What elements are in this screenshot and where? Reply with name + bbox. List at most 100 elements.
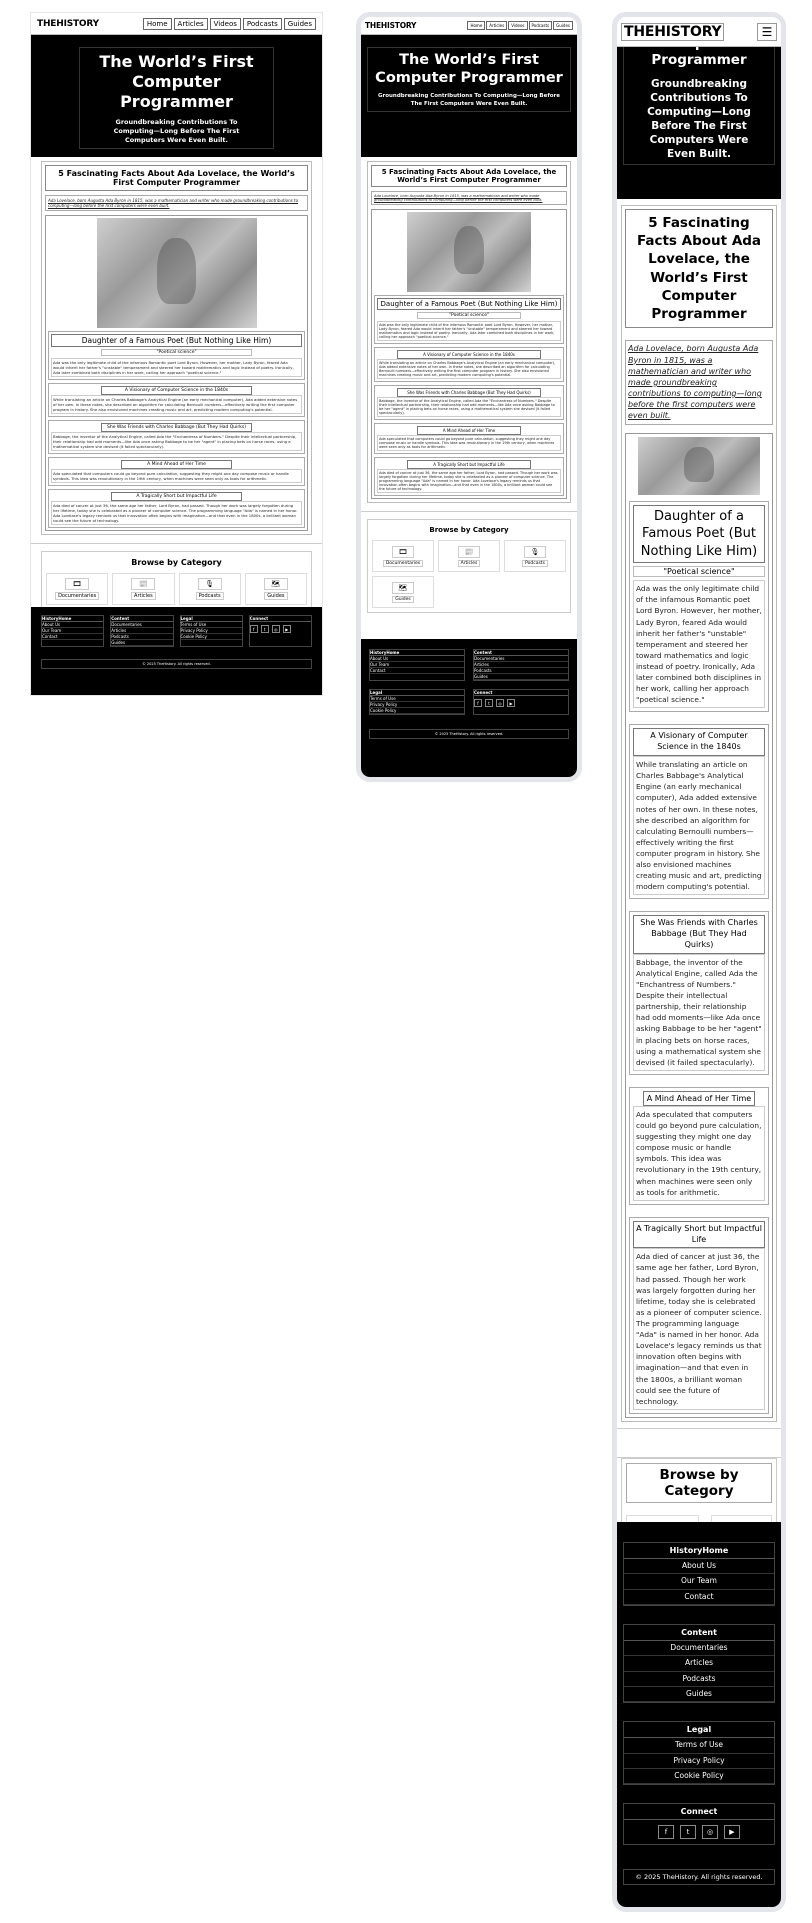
youtube-icon[interactable]: ▶ bbox=[724, 1825, 740, 1840]
hero-subtitle: Groundbreaking Contributions To Computin… bbox=[647, 77, 751, 161]
section-heading: A Visionary of Computer Science in the 1… bbox=[633, 728, 765, 757]
section-heading: A Visionary of Computer Science in the 1… bbox=[397, 350, 541, 359]
hero-title: The World’s First Computer Programmer bbox=[651, 47, 747, 68]
footer-column: HistoryHome About Us Our Team Contact bbox=[369, 649, 465, 681]
category-label: Documentaries bbox=[55, 592, 100, 600]
section-heading: She Was Friends with Charles Babbage (Bu… bbox=[633, 915, 765, 954]
category-guides[interactable]: 🗺 Guides bbox=[244, 573, 307, 605]
nav-podcasts[interactable]: Podcasts bbox=[528, 21, 553, 30]
youtube-icon[interactable]: ▶ bbox=[507, 699, 515, 707]
article-title: 5 Fascinating Facts About Ada Lovelace, … bbox=[625, 209, 773, 329]
footer-link[interactable]: Contact bbox=[370, 668, 464, 674]
footer-link[interactable]: Articles bbox=[624, 1656, 774, 1672]
nav-home[interactable]: Home bbox=[467, 21, 486, 30]
instagram-icon[interactable]: ◎ bbox=[496, 699, 504, 707]
footer-link[interactable]: Our Team bbox=[624, 1574, 774, 1590]
fact-section: Daughter of a Famous Poet (But Nothing L… bbox=[374, 295, 564, 344]
section-heading: She Was Friends with Charles Babbage (Bu… bbox=[101, 423, 252, 432]
footer-column-title: Connect bbox=[249, 616, 311, 622]
nav-home[interactable]: Home bbox=[142, 17, 172, 30]
fact-section: She Was Friends with Charles Babbage (Bu… bbox=[374, 385, 564, 420]
section-text: Ada speculated that computers could go b… bbox=[633, 1105, 765, 1201]
nav-articles[interactable]: Articles bbox=[173, 17, 208, 30]
category-documentaries[interactable]: 🎞Documentaries bbox=[372, 540, 434, 572]
site-logo[interactable]: THEHISTORY bbox=[365, 21, 416, 30]
category-articles[interactable]: 📰Articles bbox=[438, 540, 500, 572]
category-guides[interactable]: 🗺Guides bbox=[372, 576, 434, 608]
article-intro: Ada Lovelace, born Augusta Ada Byron in … bbox=[625, 340, 773, 425]
main-nav: Home Articles Videos Podcasts Guides bbox=[467, 21, 573, 30]
footer-connect: Connect f t ◎ ▶ bbox=[248, 615, 312, 647]
article-title: 5 Fascinating Facts About Ada Lovelace, … bbox=[45, 165, 308, 191]
footer-link[interactable]: About Us bbox=[624, 1559, 774, 1575]
footer-link[interactable]: Privacy Policy bbox=[624, 1754, 774, 1769]
footer-link[interactable]: Cookie Policy bbox=[624, 1769, 774, 1785]
nav-articles[interactable]: Articles bbox=[486, 21, 508, 30]
map-icon: 🗺 bbox=[263, 578, 288, 590]
section-heading: Daughter of a Famous Poet (But Nothing L… bbox=[51, 334, 302, 347]
section-text: While translating an article on Charles … bbox=[51, 395, 302, 414]
article-title: 5 Fascinating Facts About Ada Lovelace, … bbox=[371, 165, 567, 187]
category-articles[interactable]: 📰Articles bbox=[112, 573, 175, 605]
facebook-icon[interactable]: f bbox=[249, 625, 258, 633]
nav-videos[interactable]: Videos bbox=[209, 17, 241, 30]
fact-section: She Was Friends with Charles Babbage (Bu… bbox=[629, 911, 769, 1075]
footer-link[interactable]: Cookie Policy bbox=[180, 634, 242, 640]
instagram-icon[interactable]: ◎ bbox=[271, 625, 280, 633]
category-podcasts[interactable]: 🎙Podcasts bbox=[504, 540, 566, 572]
section-subheading: "Poetical science" bbox=[417, 312, 521, 319]
footer-link[interactable]: Guides bbox=[624, 1687, 774, 1703]
fact-section: She Was Friends with Charles Babbage (Bu… bbox=[48, 420, 305, 454]
footer-column-title: Legal bbox=[624, 1722, 774, 1739]
section-heading: A Tragically Short but Impactful Life bbox=[633, 1220, 765, 1249]
category-label: Articles bbox=[457, 559, 481, 567]
copyright-text: © 2025 TheHistory. All rights reserved. bbox=[369, 729, 569, 739]
nav-guides[interactable]: Guides bbox=[553, 21, 573, 30]
site-logo[interactable]: THEHISTORY bbox=[621, 22, 725, 41]
nav-videos[interactable]: Videos bbox=[508, 21, 528, 30]
footer-column: HistoryHome About Us Our Team Contact bbox=[41, 615, 105, 647]
hero-banner: The World’s First Computer Programmer Gr… bbox=[617, 47, 781, 199]
copyright-text: © 2025 TheHistory. All rights reserved. bbox=[623, 1869, 775, 1886]
section-text: Ada speculated that computers could go b… bbox=[51, 469, 302, 483]
ada-portrait-image bbox=[638, 436, 760, 495]
main-nav: Home Articles Videos Podcasts Guides bbox=[142, 17, 316, 30]
section-text: Ada died of cancer at just 36, the same … bbox=[633, 1248, 765, 1410]
site-footer: HistoryHome About Us Our Team Contact Co… bbox=[31, 607, 322, 695]
article: 5 Fascinating Facts About Ada Lovelace, … bbox=[367, 161, 571, 503]
category-label: Guides bbox=[264, 592, 288, 600]
twitter-icon[interactable]: t bbox=[485, 699, 493, 707]
footer-link[interactable]: Guides bbox=[474, 674, 568, 680]
nav-guides[interactable]: Guides bbox=[283, 17, 316, 30]
footer-link[interactable]: Documentaries bbox=[624, 1641, 774, 1657]
hamburger-icon[interactable]: ☰ bbox=[757, 22, 777, 41]
instagram-icon[interactable]: ◎ bbox=[702, 1825, 718, 1840]
category-label: Articles bbox=[131, 592, 156, 600]
footer-link[interactable]: Podcasts bbox=[624, 1672, 774, 1687]
hero-subtitle: Groundbreaking Contributions To Computin… bbox=[378, 93, 560, 107]
facebook-icon[interactable]: f bbox=[474, 699, 482, 707]
site-header: THEHISTORY Home Articles Videos Podcasts… bbox=[361, 17, 577, 35]
map-icon: 🗺 bbox=[392, 581, 414, 594]
nav-podcasts[interactable]: Podcasts bbox=[242, 17, 282, 30]
article: 5 Fascinating Facts About Ada Lovelace, … bbox=[41, 161, 312, 535]
section-heading: A Tragically Short but Impactful Life bbox=[111, 492, 242, 501]
facebook-icon[interactable]: f bbox=[658, 1825, 674, 1840]
footer-link[interactable]: Contact bbox=[42, 634, 104, 640]
footer-link[interactable]: Contact bbox=[624, 1590, 774, 1605]
twitter-icon[interactable]: t bbox=[260, 625, 269, 633]
hero-title: The World’s First Computer Programmer bbox=[99, 52, 254, 111]
footer-link[interactable]: Cookie Policy bbox=[370, 708, 464, 714]
section-subheading: "Poetical science" bbox=[101, 349, 252, 356]
category-documentaries[interactable]: 🎞Documentaries bbox=[46, 573, 109, 605]
footer-link[interactable]: Guides bbox=[111, 640, 173, 646]
site-logo[interactable]: THEHISTORY bbox=[37, 19, 99, 29]
twitter-icon[interactable]: t bbox=[680, 1825, 696, 1840]
section-text: Babbage, the inventor of the Analytical … bbox=[633, 953, 765, 1071]
mobile-preview: THEHISTORY ☰ The World’s First Computer … bbox=[612, 12, 786, 1912]
section-text: Babbage, the inventor of the Analytical … bbox=[51, 432, 302, 451]
footer-link[interactable]: Terms of Use bbox=[624, 1738, 774, 1754]
category-podcasts[interactable]: 🎙Podcasts bbox=[178, 573, 241, 605]
browse-title: Browse by Category bbox=[429, 526, 509, 534]
youtube-icon[interactable]: ▶ bbox=[282, 625, 291, 633]
